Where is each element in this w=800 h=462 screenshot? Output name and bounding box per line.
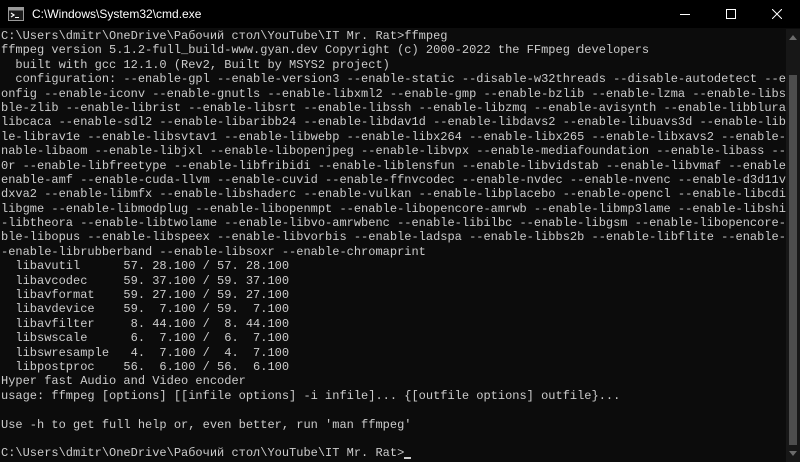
- prompt-text: C:\Users\dmitr\OneDrive\Рабочий стол\You…: [1, 446, 405, 461]
- close-button[interactable]: [754, 0, 800, 28]
- output-line: libpostproc 56. 6.100 / 56. 6.100: [1, 359, 290, 374]
- input-prompt-line[interactable]: C:\Users\dmitr\OneDrive\Рабочий стол\You…: [0, 446, 786, 460]
- output-line: configuration: --enable-gpl --enable-ver…: [1, 72, 786, 87]
- output-line: le-librav1e --enable-libsvtav1 --enable-…: [1, 129, 786, 144]
- output-line: onfig --enable-iconv --enable-gnutls --e…: [1, 86, 786, 101]
- prompt-line: C:\Users\dmitr\OneDrive\Рабочий стол\You…: [1, 29, 448, 43]
- window-title: C:\Windows\System32\cmd.exe: [32, 7, 202, 21]
- output-line: libavdevice 59. 7.100 / 59. 7.100: [1, 302, 290, 317]
- cmd-icon: [8, 7, 24, 21]
- output-line: usage: ffmpeg [options] [[infile options…: [1, 388, 621, 403]
- window-controls: [662, 0, 800, 28]
- output-line: Hyper fast Audio and Video encoder: [1, 374, 246, 389]
- output-line: enable-amf --enable-cuda-llvm --enable-c…: [1, 172, 786, 187]
- text-cursor: [404, 457, 412, 460]
- title-bar[interactable]: C:\Windows\System32\cmd.exe: [0, 0, 800, 28]
- minimize-button[interactable]: [662, 0, 708, 28]
- output-line: libavformat 59. 27.100 / 59. 27.100: [1, 288, 290, 303]
- output-line: libavutil 57. 28.100 / 57. 28.100: [1, 259, 290, 274]
- output-line: ble-libopus --enable-libspeex --enable-l…: [1, 230, 786, 245]
- output-line: libcaca --enable-sdl2 --enable-libaribb2…: [1, 115, 786, 130]
- output-line: 0r --enable-libfreetype --enable-libfrib…: [1, 158, 786, 173]
- scrollbar-thumb[interactable]: [789, 75, 797, 445]
- output-line: nable-libaom --enable-libjxl --enable-li…: [1, 144, 786, 159]
- vertical-scrollbar[interactable]: [786, 29, 800, 462]
- cmd-window: C:\Windows\System32\cmd.exe C:\Users\dmi…: [0, 0, 800, 462]
- output-line: libswscale 6. 7.100 / 6. 7.100: [1, 331, 290, 346]
- output-line: -libtheora --enable-libtwolame --enable-…: [1, 216, 786, 231]
- output-line: libavfilter 8. 44.100 / 8. 44.100: [1, 316, 290, 331]
- output-line: libavcodec 59. 37.100 / 59. 37.100: [1, 273, 290, 288]
- output-line: ffmpeg version 5.1.2-full_build-www.gyan…: [1, 43, 650, 58]
- output-line: Use -h to get full help or, even better,…: [1, 417, 412, 432]
- maximize-button[interactable]: [708, 0, 754, 28]
- output-line: ble-zlib --enable-librist --enable-libsr…: [1, 100, 786, 115]
- maximize-icon: [726, 9, 736, 19]
- output-line: libgme --enable-libmodplug --enable-libo…: [1, 201, 786, 216]
- output-line: dxva2 --enable-libmfx --enable-libshader…: [1, 187, 786, 202]
- scroll-down-arrow-icon[interactable]: [789, 451, 797, 456]
- close-icon: [772, 9, 782, 19]
- minimize-icon: [680, 14, 690, 15]
- scroll-up-arrow-icon[interactable]: [789, 35, 797, 40]
- output-line: libswresample 4. 7.100 / 4. 7.100: [1, 345, 290, 360]
- output-line: built with gcc 12.1.0 (Rev2, Built by MS…: [1, 57, 390, 72]
- output-line: -enable-librubberband --enable-libsoxr -…: [1, 244, 426, 259]
- console-output[interactable]: C:\Users\dmitr\OneDrive\Рабочий стол\You…: [0, 29, 786, 462]
